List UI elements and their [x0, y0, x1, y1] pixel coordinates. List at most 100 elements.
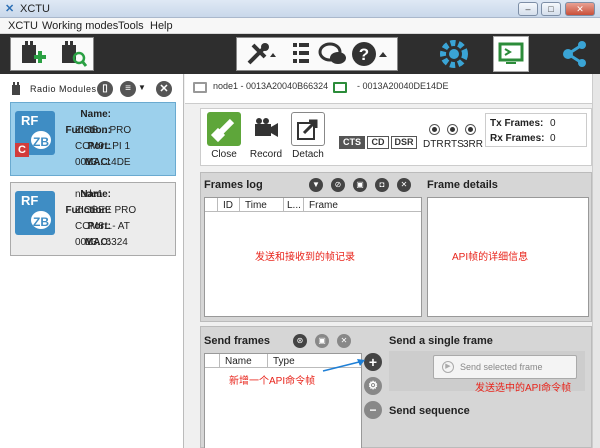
close-connection-icon[interactable]	[207, 112, 241, 146]
coordinator-badge: C	[15, 143, 29, 157]
module-mac: 0013...14DE	[75, 157, 131, 168]
device-toolbar-group	[10, 37, 94, 71]
console-tab-icon[interactable]	[193, 82, 207, 93]
filter-icon[interactable]: ▼	[309, 178, 323, 192]
single-frame-title: Send a single frame	[389, 335, 493, 347]
record-label[interactable]: Record	[243, 149, 289, 160]
module-name-label: Name:	[80, 109, 111, 120]
save-log-icon[interactable]: ▣	[353, 178, 367, 192]
send-frames-title: Send frames	[204, 335, 271, 347]
module-list-dropdown-icon[interactable]: ▼	[138, 83, 146, 92]
dtr-toggle[interactable]	[429, 124, 440, 135]
console-action-bar: Close Record Detach CTS CD DSR DTR RTS 3…	[200, 108, 592, 166]
tools-icon[interactable]	[245, 39, 281, 71]
network-mode-icon[interactable]	[556, 36, 592, 72]
console-tab-active-icon[interactable]	[333, 82, 347, 93]
main-toolbar: ?	[0, 34, 600, 74]
connection-tab-node1[interactable]: node1 - 0013A20040B66324	[213, 81, 328, 91]
lock-icon[interactable]: ◘	[375, 178, 389, 192]
close-window-button[interactable]: ✕	[565, 2, 595, 16]
record-icon[interactable]	[249, 112, 283, 146]
title-bar: ✕ XCTU – □ ✕	[0, 0, 600, 18]
discover-devices-icon[interactable]	[57, 39, 89, 71]
col-name[interactable]: Name	[225, 356, 252, 367]
module-list-icon[interactable]: ≡	[120, 81, 136, 97]
menu-xctu[interactable]: XCTU	[8, 20, 38, 32]
edit-frame-icon[interactable]: ⚙	[364, 377, 382, 395]
module-icon-bottom-text: ZB	[29, 209, 53, 231]
tools-toolbar-group: ?	[236, 37, 398, 71]
xctu-logo-icon: ✕	[5, 3, 15, 15]
radio-module-card[interactable]: RF ZB Name: node1 Function: ZIGBEE PRO Por…	[10, 182, 176, 256]
send-selected-label: Send selected frame	[460, 362, 543, 372]
remove-module-icon[interactable]: ✕	[156, 81, 172, 97]
module-function: ZIGB... PRO	[75, 125, 132, 136]
configuration-mode-icon[interactable]	[436, 36, 472, 72]
send-icon: ▶	[442, 361, 454, 373]
module-icon-top-text: RF	[21, 193, 39, 208]
module-icon-bottom-text: ZB	[29, 129, 53, 151]
help-icon[interactable]: ?	[349, 39, 395, 71]
connection-tabs: node1 - 0013A20040B66324 - 0013A20040DE1…	[185, 74, 600, 104]
delete-log-icon[interactable]: ✕	[397, 178, 411, 192]
dtr-label: DTR	[423, 139, 444, 150]
remove-frame-icon[interactable]: −	[364, 401, 382, 419]
consoles-mode-icon[interactable]	[493, 36, 529, 72]
module-info-icon[interactable]: ▯	[97, 81, 113, 97]
col-id[interactable]: ID	[223, 200, 233, 211]
col-length[interactable]: L...	[287, 200, 301, 211]
single-frame-box: ▶ Send selected frame 发送选中的API命令帧	[389, 351, 585, 394]
feedback-icon[interactable]	[317, 39, 349, 71]
radio-module-icon	[12, 82, 20, 95]
right-scrollbar[interactable]	[592, 74, 600, 448]
frames-log-header: ID Time L... Frame	[205, 198, 421, 212]
tx-frames-label: Tx Frames:	[490, 118, 544, 129]
zigbee-module-icon: RF ZB	[15, 191, 55, 235]
clear-log-icon[interactable]: ⊘	[331, 178, 345, 192]
radio-modules-panel: Radio Modules ▯ ≡ ▼ ✕ RF ZB C Name: Func…	[0, 74, 184, 448]
break-toggle[interactable]	[465, 124, 476, 135]
log-icon[interactable]	[287, 39, 315, 71]
console-area: node1 - 0013A20040B66324 - 0013A20040DE1…	[185, 74, 600, 448]
close-connection-label[interactable]: Close	[201, 149, 247, 160]
frames-log-table[interactable]: ID Time L... Frame 发送和接收到的帧记录	[204, 197, 422, 317]
menu-tools[interactable]: Tools	[118, 20, 144, 32]
module-function: ZIGBEE PRO	[75, 205, 137, 216]
dsr-indicator: DSR	[391, 136, 417, 149]
col-frame[interactable]: Frame	[309, 200, 338, 211]
radio-modules-title: Radio Modules	[30, 84, 97, 94]
frame-details-title: Frame details	[427, 179, 498, 191]
detach-label[interactable]: Detach	[285, 149, 331, 160]
frame-details-box: API帧的详细信息	[427, 197, 589, 317]
module-port: COM8...- AT	[75, 221, 130, 232]
frame-details-annotation: API帧的详细信息	[452, 252, 529, 263]
rts-toggle[interactable]	[447, 124, 458, 135]
radio-modules-header: Radio Modules ▯ ≡ ▼ ✕	[0, 78, 184, 100]
detach-icon[interactable]	[291, 112, 325, 146]
send-selected-frame-button[interactable]: ▶ Send selected frame	[433, 355, 577, 379]
module-port: COM9...PI 1	[75, 141, 131, 152]
cd-indicator: CD	[367, 136, 389, 149]
radio-module-card[interactable]: RF ZB C Name: Function: ZIGB... PRO Port:…	[10, 102, 176, 176]
frames-counter-box: Tx Frames: 0 Rx Frames: 0	[485, 113, 587, 147]
connection-tab-active[interactable]: - 0013A20040DE14DE	[357, 81, 449, 91]
frames-log-annotation: 发送和接收到的帧记录	[255, 252, 355, 263]
menu-working-modes[interactable]: Working modes	[42, 20, 118, 32]
maximize-button[interactable]: □	[541, 2, 561, 16]
menu-help[interactable]: Help	[150, 20, 173, 32]
remove-frames-icon[interactable]: ✕	[337, 334, 351, 348]
col-time[interactable]: Time	[245, 200, 267, 211]
tx-frames-count: 0	[550, 118, 556, 129]
annotation-arrow-icon	[322, 359, 365, 372]
menu-bar: XCTU Working modes Tools Help	[0, 18, 600, 34]
xctu-app: ✕ XCTU – □ ✕ XCTU Working modes Tools He…	[0, 0, 600, 448]
cts-indicator: CTS	[339, 136, 365, 149]
add-device-icon[interactable]	[17, 39, 49, 71]
col-type[interactable]: Type	[273, 356, 295, 367]
module-icon-top-text: RF	[21, 113, 39, 128]
rx-frames-label: Rx Frames:	[490, 133, 545, 144]
rx-frames-count: 0	[550, 133, 556, 144]
import-frames-icon[interactable]: ⊛	[293, 334, 307, 348]
minimize-button[interactable]: –	[518, 2, 538, 16]
save-frames-icon[interactable]: ▣	[315, 334, 329, 348]
